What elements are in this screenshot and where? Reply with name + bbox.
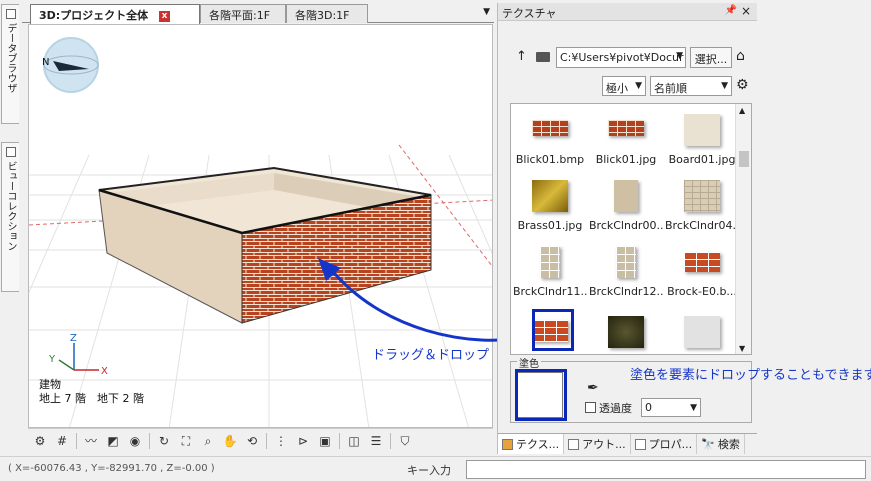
chevron-down-icon: ▼	[635, 81, 642, 91]
tab-texture[interactable]: テクス...	[498, 434, 565, 454]
texture-thumbnail	[616, 246, 636, 278]
list-item[interactable]: Blick01.jpg	[589, 114, 663, 166]
select-folder-button[interactable]: 選択...	[690, 47, 732, 68]
grid-icon[interactable]: #	[54, 433, 70, 449]
size-select[interactable]: 極小 ▼	[602, 76, 646, 96]
refresh-icon[interactable]: ↻	[156, 433, 172, 449]
scrollbar-thumb[interactable]	[739, 151, 749, 167]
key-input-label: キー入力	[407, 464, 451, 477]
folder-icon[interactable]	[536, 52, 550, 62]
sort-row: 極小 ▼ 名前順 ▼ ⚙	[498, 76, 757, 98]
list-item[interactable]: Blick01.bmp	[513, 114, 587, 166]
shield-icon[interactable]: ⛉	[397, 433, 413, 449]
paint-swatch-highlight	[515, 369, 567, 421]
fit-icon[interactable]: ⛶	[178, 433, 194, 449]
settings-icon[interactable]: ⚙	[32, 433, 48, 449]
pan-icon[interactable]: ✋	[222, 433, 238, 449]
path-input[interactable]: C:¥Users¥pivot¥Docur ▼	[556, 47, 686, 68]
chevron-down-icon: ▼	[676, 51, 683, 61]
properties-icon	[634, 438, 646, 450]
texture-list[interactable]: Blick01.bmp Blick01.jpg Board01.jpg Bras…	[510, 103, 752, 355]
viewport-toolbar: ⚙ # 〰 ◩ ◉ ↻ ⛶ ⌕ ✋ ⟲ ⋮ ⊳ ▣ ◫ ☰ ⛉	[28, 428, 493, 452]
key-input-field[interactable]	[466, 460, 866, 479]
home-icon[interactable]: ⌂	[736, 48, 745, 64]
list-item[interactable]: Brock-E0.b...	[665, 246, 739, 298]
tab-outline[interactable]: アウト...	[564, 434, 631, 454]
drop-paint-annotation: 塗色を要素にドロップすることもできます	[630, 368, 871, 383]
panel-title: テクスチャ	[502, 7, 557, 20]
up-arrow-icon[interactable]: ↑	[516, 49, 527, 64]
texture-thumbnail	[614, 180, 638, 212]
list-icon[interactable]: ☰	[368, 433, 384, 449]
list-item[interactable]	[665, 316, 739, 354]
list-item[interactable]	[589, 316, 663, 354]
chevron-up-icon[interactable]: ▲	[739, 106, 745, 115]
eye-icon[interactable]: ◉	[127, 433, 143, 449]
shading-icon[interactable]: ◩	[105, 433, 121, 449]
drag-drop-annotation: ドラッグ＆ドロップ	[372, 348, 490, 363]
screen-icon[interactable]: ▣	[317, 433, 333, 449]
texture-thumbnail	[608, 316, 644, 348]
eyedropper-icon[interactable]: ✒	[587, 380, 599, 396]
pin-icon[interactable]: 📌	[725, 5, 737, 16]
status-bar: ( X=-60076.43 , Y=-82991.70 , Z=-0.00 ) …	[0, 456, 871, 481]
tab-search[interactable]: 🔭 検索	[697, 434, 745, 454]
texture-thumbnail	[532, 180, 568, 212]
list-item[interactable]: BrckClndr04...	[665, 180, 739, 232]
list-item[interactable]: BrckClndr12...	[589, 246, 663, 298]
texture-thumbnail	[684, 316, 720, 348]
hide-icon[interactable]: 〰	[83, 433, 99, 449]
sort-select[interactable]: 名前順 ▼	[650, 76, 732, 96]
binoculars-icon: 🔭	[701, 437, 715, 451]
chevron-down-icon[interactable]: ▼	[739, 344, 745, 353]
panel-bottom-tabs: テクス... アウト... プロパ... 🔭 検索	[498, 433, 757, 454]
texture-thumbnail	[532, 120, 568, 136]
transparency-checkbox[interactable]	[585, 402, 596, 413]
coordinate-readout: ( X=-60076.43 , Y=-82991.70 , Z=-0.00 )	[8, 463, 215, 474]
transparency-select[interactable]: 0 ▼	[641, 398, 701, 417]
gear-icon[interactable]: ⚙	[736, 77, 749, 93]
list-item[interactable]: Board01.jpg	[665, 114, 739, 166]
transparency-label: 透過度	[599, 402, 632, 415]
chevron-down-icon: ▼	[721, 81, 728, 91]
texture-thumbnail	[684, 252, 720, 272]
list-item[interactable]: BrckClndr11...	[513, 246, 587, 298]
panel-header: テクスチャ 📌 ×	[498, 3, 757, 21]
texture-thumbnail	[684, 114, 720, 146]
camera-icon[interactable]: ⊳	[295, 433, 311, 449]
texture-tab-icon	[502, 438, 513, 450]
paint-group-label: 塗色	[517, 355, 541, 370]
texture-thumbnail	[540, 246, 560, 278]
chevron-down-icon: ▼	[690, 403, 697, 413]
orbit-icon[interactable]: ⟲	[244, 433, 260, 449]
selected-texture-outline	[532, 309, 574, 351]
list-item[interactable]: BrckClndr00...	[589, 180, 663, 232]
close-icon[interactable]: ×	[741, 4, 751, 18]
outline-icon	[568, 438, 580, 450]
layers-icon[interactable]: ◫	[346, 433, 362, 449]
texture-thumbnail	[684, 180, 720, 212]
zoom-icon[interactable]: ⌕	[200, 433, 216, 449]
walk-icon[interactable]: ⋮	[273, 433, 289, 449]
tab-properties[interactable]: プロパ...	[631, 434, 698, 454]
scrollbar[interactable]: ▲ ▼	[735, 104, 751, 354]
texture-thumbnail	[608, 120, 644, 136]
path-row: ↑ C:¥Users¥pivot¥Docur ▼ 選択... ⌂	[498, 47, 757, 69]
list-item[interactable]: Brass01.jpg	[513, 180, 587, 232]
